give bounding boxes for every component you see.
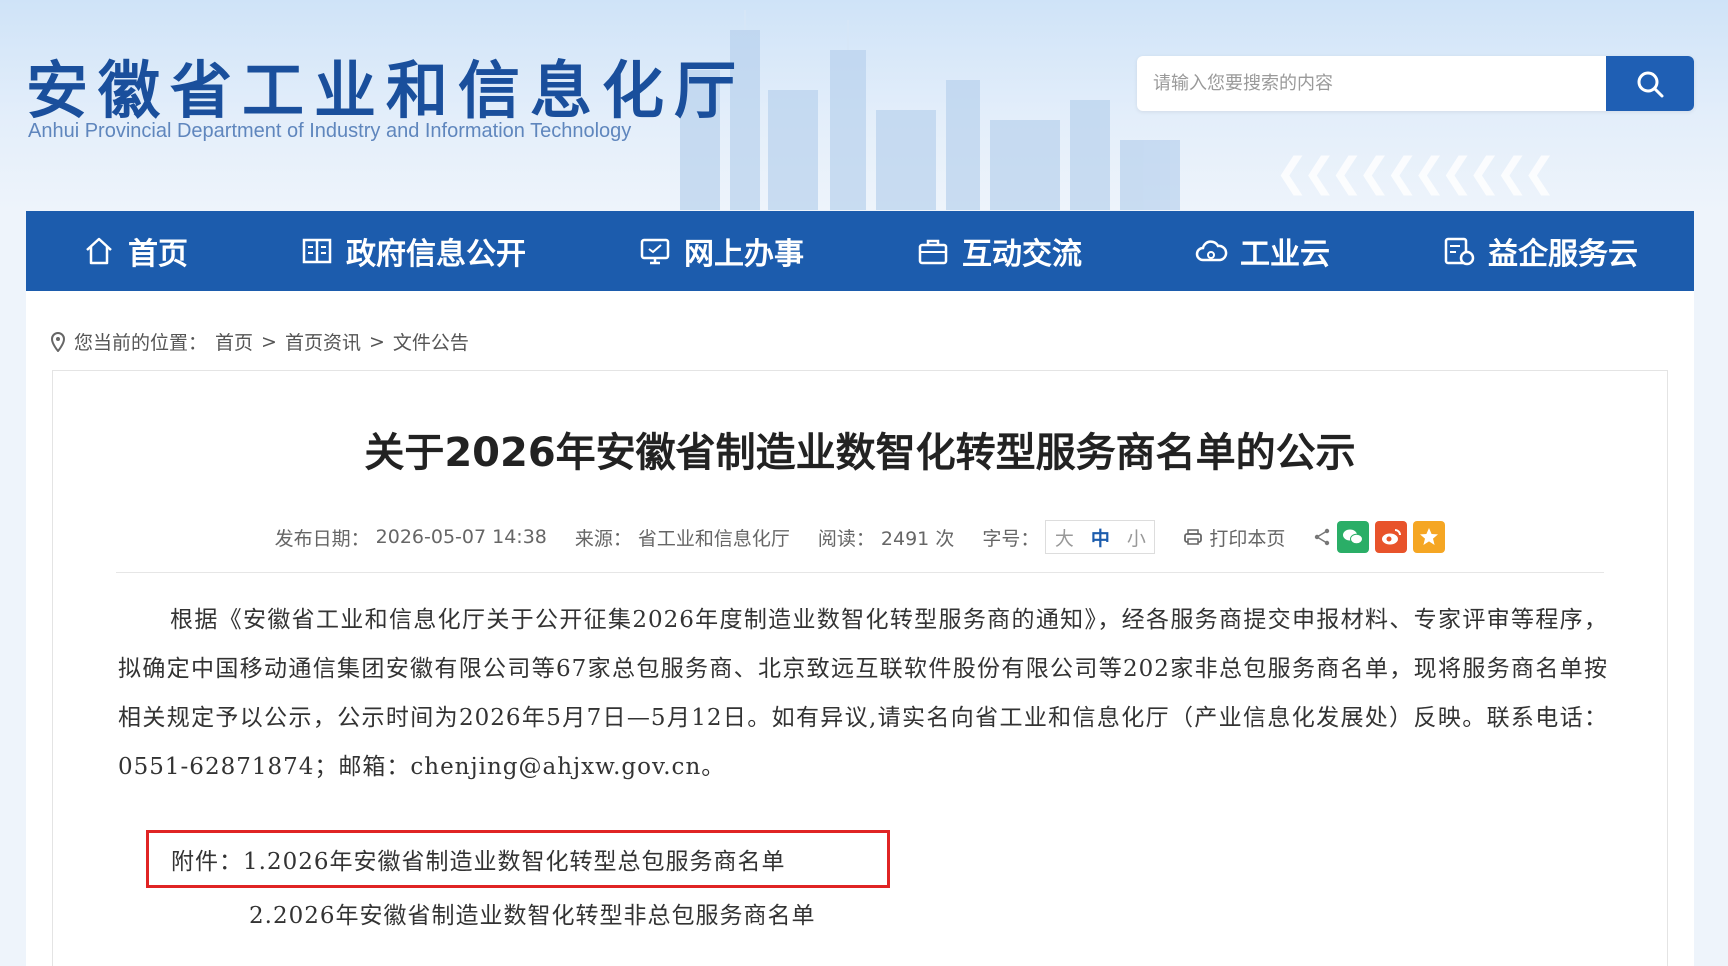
font-size-small[interactable]: 小 <box>1118 521 1154 553</box>
home-icon <box>86 237 112 265</box>
site-header: 安徽省工业和信息化厅 Anhui Provincial Department o… <box>0 0 1728 212</box>
views-label: 阅读： <box>817 527 875 550</box>
nav-item-label: 益企服务云 <box>1488 237 1638 272</box>
breadcrumb-announcements[interactable]: 文件公告 <box>393 328 469 355</box>
star-icon <box>1420 528 1439 545</box>
monitor-icon <box>640 238 670 265</box>
print-button[interactable]: 打印本页 <box>1183 524 1285 551</box>
search-input[interactable] <box>1137 56 1606 111</box>
nav-item-industry-cloud[interactable]: 工业云 <box>1194 229 1330 273</box>
article-title: 关于2026年安徽省制造业数智化转型服务商名单的公示 <box>364 430 1356 476</box>
weibo-icon <box>1382 529 1402 545</box>
fontsize-label: 字号： <box>982 527 1040 550</box>
site-subtitle: Anhui Provincial Department of Industry … <box>28 120 632 142</box>
date-label: 发布日期： <box>274 527 370 550</box>
print-icon <box>1184 529 1203 545</box>
nav-item-label: 网上办事 <box>684 237 804 272</box>
date-value: 2026-05-07 14:38 <box>375 526 547 548</box>
cloud-icon <box>1195 240 1228 262</box>
nav-item-label: 互动交流 <box>962 237 1082 272</box>
attachment-link-1[interactable]: 1.2026年安徽省制造业数智化转型总包服务商名单 <box>243 842 785 876</box>
meta-divider <box>116 572 1604 573</box>
attachment-label: 附件： <box>171 849 243 875</box>
briefcase-icon <box>918 239 948 265</box>
nav-item-interaction[interactable]: 互动交流 <box>916 229 1082 273</box>
font-size-control: 字号： 大 中 小 <box>982 520 1156 554</box>
nav-item-gov-info[interactable]: 政府信息公开 <box>300 229 526 273</box>
site-title: 安徽省工业和信息化厅 <box>26 54 747 127</box>
favorite-button[interactable] <box>1413 521 1446 553</box>
nav-item-enterprise-service-cloud[interactable]: 益企服务云 <box>1442 229 1638 273</box>
font-size-medium[interactable]: 中 <box>1082 521 1118 553</box>
location-pin-icon <box>50 331 66 352</box>
search-icon <box>1637 71 1664 97</box>
article-source: 来源： 省工业和信息化厅 <box>575 524 790 551</box>
share-group <box>1313 521 1446 553</box>
views-value: 2491 次 <box>880 527 955 550</box>
search-box <box>1137 56 1694 111</box>
view-count: 阅读： 2491 次 <box>818 524 954 551</box>
breadcrumb: 您当前的位置： 首页 > 首页资讯 > 文件公告 <box>50 328 469 355</box>
publish-date: 发布日期： 2026-05-07 14:38 <box>275 524 547 551</box>
book-icon <box>302 238 332 264</box>
search-button[interactable] <box>1606 56 1694 111</box>
breadcrumb-home[interactable]: 首页 <box>215 328 253 355</box>
attachment-link-2[interactable]: 2.2026年安徽省制造业数智化转型非总包服务商名单 <box>249 903 815 929</box>
print-label: 打印本页 <box>1209 527 1286 550</box>
share-weibo-button[interactable] <box>1375 521 1408 553</box>
article-body: 根据《安徽省工业和信息化厅关于公开征集2026年度制造业数智化转型服务商的通知》… <box>118 607 1608 780</box>
article-meta: 发布日期： 2026-05-07 14:38 来源： 省工业和信息化厅 阅读： … <box>52 520 1668 554</box>
wechat-icon <box>1343 529 1364 545</box>
nav-item-label: 首页 <box>128 237 188 272</box>
breadcrumb-news[interactable]: 首页资讯 <box>285 328 361 355</box>
source-label: 来源： <box>574 527 632 550</box>
font-size-large[interactable]: 大 <box>1046 521 1082 553</box>
share-icon <box>1315 528 1330 546</box>
source-value: 省工业和信息化厅 <box>637 527 790 550</box>
breadcrumb-separator: > <box>368 330 385 353</box>
main-nav: 首页 政府信息公开 网上办事 互动交流 工业云 益企服务云 <box>26 211 1694 291</box>
attachment-highlight-box: 附件： 1.2026年安徽省制造业数智化转型总包服务商名单 <box>146 830 890 888</box>
breadcrumb-separator: > <box>261 330 277 353</box>
attachment-row-2: 2.2026年安徽省制造业数智化转型非总包服务商名单 <box>249 896 815 930</box>
font-size-options: 大 中 小 <box>1045 520 1156 554</box>
nav-item-label: 政府信息公开 <box>346 237 526 272</box>
nav-item-home[interactable]: 首页 <box>82 229 188 273</box>
nav-item-label: 工业云 <box>1240 237 1330 272</box>
nav-item-online-service[interactable]: 网上办事 <box>638 229 804 273</box>
breadcrumb-prefix: 您当前的位置： <box>74 332 208 354</box>
service-icon <box>1444 237 1475 266</box>
chevron-decoration: ❮❮❮❮❮❮❮❮❮❮ <box>1275 150 1556 196</box>
share-wechat-button[interactable] <box>1337 521 1370 553</box>
